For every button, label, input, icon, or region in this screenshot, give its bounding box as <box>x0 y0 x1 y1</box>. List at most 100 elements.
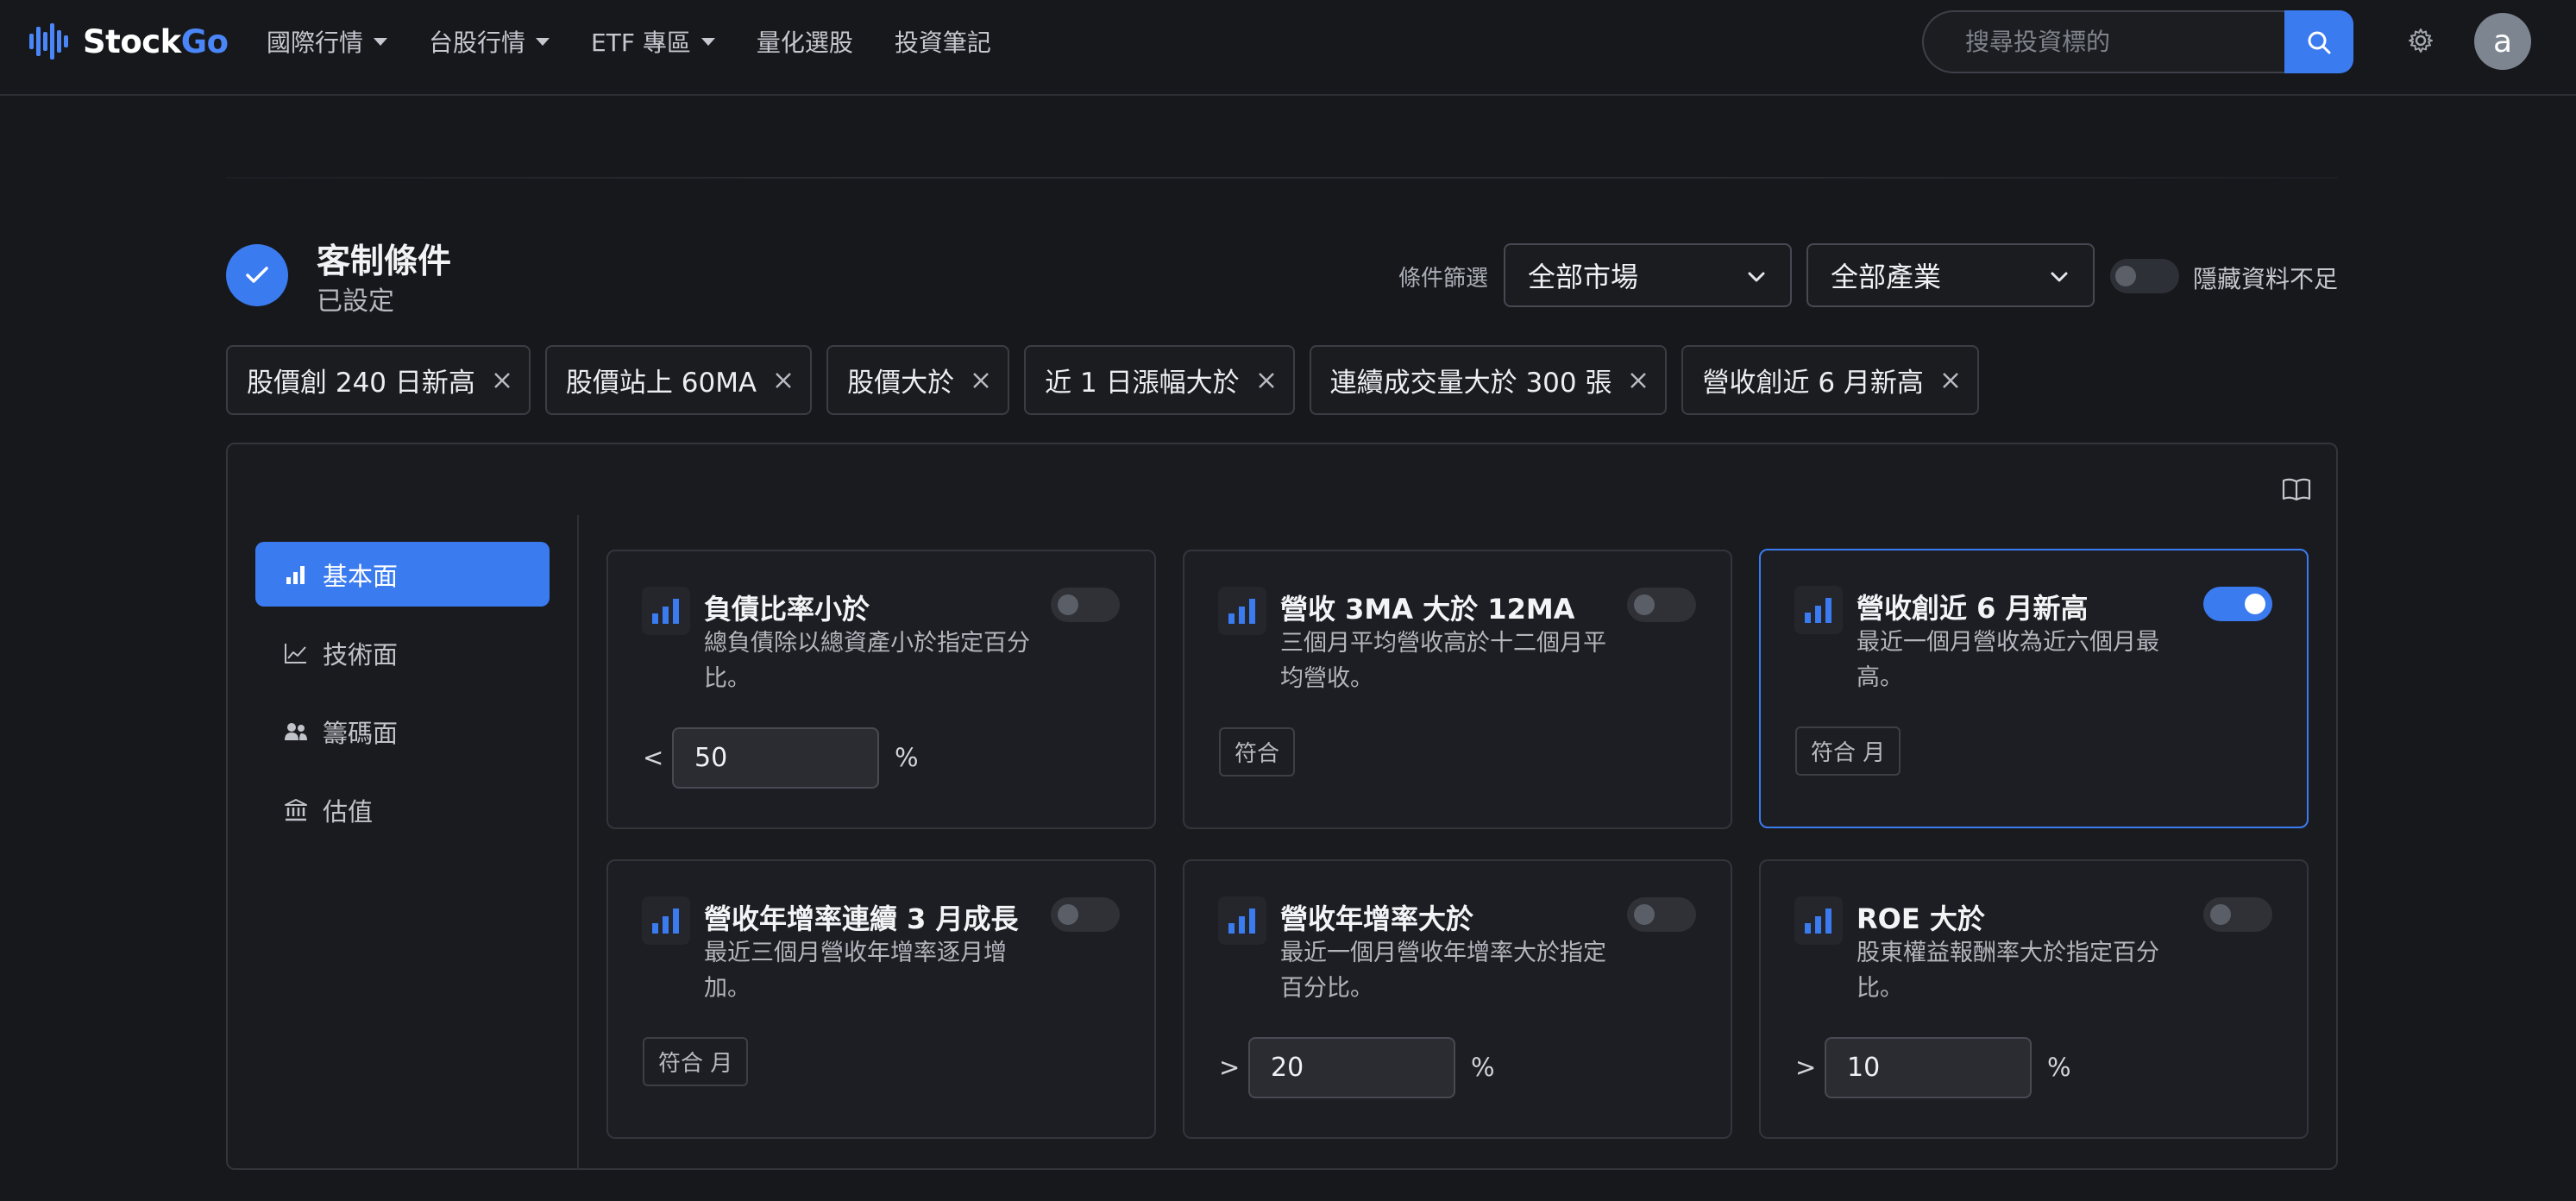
condition-card-revenue-yoy-growth[interactable]: 營收年增率連續 3 月成長 最近三個月營收年增率逐月增加。 符合 月 <box>606 859 1156 1139</box>
chevron-down-icon <box>2051 272 2068 282</box>
sidebar-item-technical[interactable]: 技術面 <box>255 620 550 685</box>
hide-insufficient-toggle[interactable] <box>2110 259 2179 293</box>
industry-select[interactable]: 全部產業 <box>1806 243 2095 307</box>
bar-chart-icon <box>1218 587 1266 635</box>
market-select[interactable]: 全部市場 <box>1504 243 1792 307</box>
divider <box>577 515 579 1170</box>
waveform-logo-icon <box>29 23 68 60</box>
search-input[interactable] <box>1922 10 2284 73</box>
close-icon[interactable] <box>1257 371 1276 390</box>
sidebar-item-valuation[interactable]: 估值 <box>255 777 550 842</box>
operator-label: > <box>1795 1053 1817 1082</box>
settings-button[interactable] <box>2405 25 2436 56</box>
card-description: 三個月平均營收高於十二個月平均營收。 <box>1280 630 1606 692</box>
nav-item-tw-market[interactable]: 台股行情 <box>429 24 550 59</box>
chevron-down-icon <box>1748 272 1765 282</box>
card-description: 最近三個月營收年增率逐月增加。 <box>704 940 1007 1002</box>
users-icon <box>283 719 309 745</box>
card-title: ROE 大於 <box>1857 902 1985 935</box>
caret-down-icon <box>374 37 388 46</box>
nav-item-etf[interactable]: ETF 專區 <box>591 24 715 59</box>
condition-tag: 股價站上 60MA <box>544 345 813 415</box>
condition-tag: 股價創 240 日新高 <box>226 345 531 415</box>
close-icon[interactable] <box>1941 371 1960 390</box>
card-title: 營收 3MA 大於 12MA <box>1280 593 1575 626</box>
nav-item-international[interactable]: 國際行情 <box>267 24 388 59</box>
toggle-knob <box>2210 904 2231 925</box>
unit-label: % <box>895 743 919 772</box>
condition-card-debt-ratio[interactable]: 負債比率小於 總負債除以總資產小於指定百分比。 < % <box>606 550 1156 829</box>
check-icon <box>246 267 268 283</box>
bar-chart-icon <box>1218 896 1266 945</box>
card-description: 股東權益報酬率大於指定百分比。 <box>1857 940 2159 1002</box>
condition-card-revenue-6m-high[interactable]: 營收創近 6 月新高 最近一個月營收為近六個月最高。 符合 月 <box>1759 549 2309 828</box>
sidebar-item-chips[interactable]: 籌碼面 <box>255 699 550 764</box>
close-icon[interactable] <box>971 371 990 390</box>
bar-chart-icon <box>1794 896 1843 945</box>
book-icon[interactable] <box>2282 476 2311 502</box>
avatar[interactable]: a <box>2474 13 2531 70</box>
card-toggle[interactable] <box>1051 897 1120 932</box>
trend-line-icon <box>283 640 309 666</box>
caret-down-icon <box>536 37 550 46</box>
close-icon[interactable] <box>1629 371 1648 390</box>
unit-label: % <box>2047 1053 2071 1082</box>
card-title: 營收年增率大於 <box>1280 902 1474 935</box>
search-button[interactable] <box>2284 10 2353 73</box>
brand-logo[interactable]: StockGo <box>29 22 229 60</box>
card-title: 營收年增率連續 3 月成長 <box>704 902 1019 935</box>
filter-label: 條件篩選 <box>1398 266 1489 292</box>
card-description: 總負債除以總資產小於指定百分比。 <box>704 630 1030 692</box>
condition-tag: 近 1 日漲幅大於 <box>1024 345 1295 415</box>
bar-chart-icon <box>283 562 309 588</box>
toggle-knob <box>1058 594 1078 615</box>
hide-insufficient-label: 隱藏資料不足 <box>2193 265 2339 293</box>
card-title: 負債比率小於 <box>704 593 870 626</box>
match-badge: 符合 月 <box>1795 726 1901 776</box>
match-badge: 符合 月 <box>643 1037 749 1086</box>
toggle-knob <box>1058 904 1078 925</box>
match-badge: 符合 <box>1219 727 1296 777</box>
operator-label: > <box>1219 1053 1241 1082</box>
close-icon[interactable] <box>493 371 512 390</box>
bar-chart-icon <box>642 896 690 945</box>
condition-tag: 連續成交量大於 300 張 <box>1309 345 1668 415</box>
threshold-input[interactable] <box>1825 1037 2032 1098</box>
search-bar <box>1922 10 2353 73</box>
top-navbar: StockGo 國際行情 台股行情 ETF 專區 量化選股 投資筆記 搜尋投資標… <box>0 0 2576 96</box>
condition-card-roe[interactable]: ROE 大於 股東權益報酬率大於指定百分比。 > % <box>1759 859 2309 1139</box>
threshold-input[interactable] <box>1248 1037 1455 1098</box>
card-toggle[interactable] <box>1051 588 1120 622</box>
condition-tag: 營收創近 6 月新高 <box>1681 345 1979 415</box>
active-condition-tags: 股價創 240 日新高 股價站上 60MA 股價大於 近 1 日漲幅大於 連續成… <box>226 345 1994 415</box>
close-icon[interactable] <box>774 371 793 390</box>
toggle-knob <box>1634 904 1655 925</box>
card-toggle[interactable] <box>2203 587 2272 621</box>
condition-card-revenue-3ma[interactable]: 營收 3MA 大於 12MA 三個月平均營收高於十二個月平均營收。 符合 <box>1183 550 1732 829</box>
condition-card-revenue-yoy-above[interactable]: 營收年增率大於 最近一個月營收年增率大於指定百分比。 > % <box>1183 859 1732 1139</box>
unit-label: % <box>1471 1053 1495 1082</box>
bank-icon <box>283 797 309 823</box>
condition-tag: 股價大於 <box>826 345 1010 415</box>
brand-name: StockGo <box>83 22 229 60</box>
threshold-input[interactable] <box>672 727 879 789</box>
toggle-knob <box>2115 266 2136 286</box>
card-toggle[interactable] <box>1627 897 1696 932</box>
nav-item-quant-screener[interactable]: 量化選股 <box>757 24 853 59</box>
bar-chart-icon <box>642 587 690 635</box>
card-title: 營收創近 6 月新高 <box>1857 592 2089 625</box>
toggle-knob <box>1634 594 1655 615</box>
search-icon <box>2308 31 2331 53</box>
caret-down-icon <box>701 37 715 46</box>
status-check <box>226 244 288 306</box>
nav-item-notes[interactable]: 投資筆記 <box>895 24 991 59</box>
page-title: 客制條件 <box>317 242 452 281</box>
bar-chart-icon <box>1794 586 1843 634</box>
card-toggle[interactable] <box>2203 897 2272 932</box>
divider <box>226 177 2338 179</box>
main-nav: 國際行情 台股行情 ETF 專區 量化選股 投資筆記 <box>267 0 1033 83</box>
card-description: 最近一個月營收年增率大於指定百分比。 <box>1280 940 1606 1002</box>
card-toggle[interactable] <box>1627 588 1696 622</box>
sidebar-item-fundamental[interactable]: 基本面 <box>255 542 550 607</box>
operator-label: < <box>643 743 664 772</box>
